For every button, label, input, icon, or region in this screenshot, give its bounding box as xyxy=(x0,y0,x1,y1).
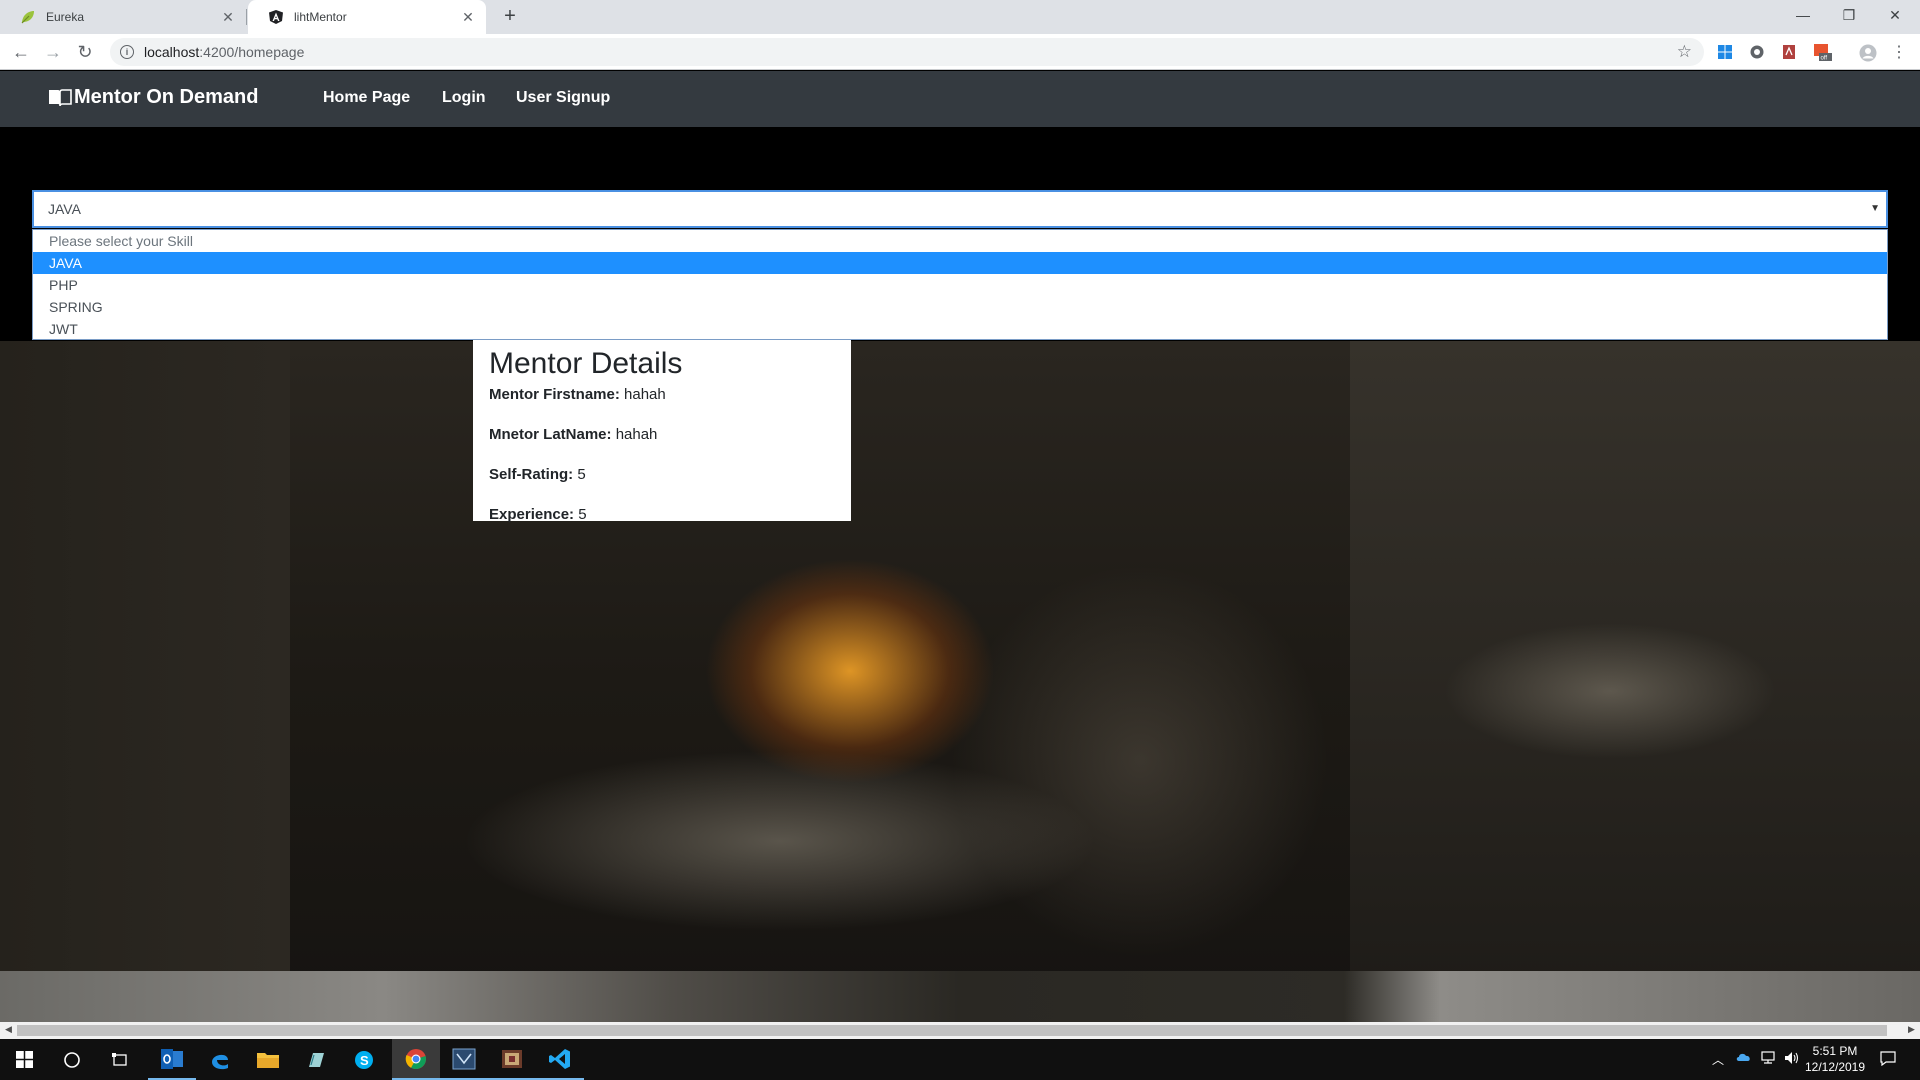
detail-label: Mnetor LatName: xyxy=(489,426,612,443)
detail-label: Mentor Firstname: xyxy=(489,386,620,403)
angular-icon xyxy=(268,9,284,25)
restore-window-icon[interactable]: ❐ xyxy=(1826,0,1872,30)
self-rating-row: Self-Rating: 5 xyxy=(489,466,835,506)
mentor-details-card: Mentor Details Mentor Firstname: hahah M… xyxy=(473,340,851,523)
detail-value: hahah xyxy=(624,386,666,403)
tray-chevron-up-icon[interactable]: ︿ xyxy=(1712,1051,1724,1068)
file-explorer-icon[interactable] xyxy=(244,1039,292,1080)
skill-option-php[interactable]: PHP xyxy=(33,274,1887,296)
skill-option-placeholder[interactable]: Please select your Skill xyxy=(33,230,1887,252)
new-tab-button[interactable]: + xyxy=(498,5,522,29)
action-center-icon[interactable] xyxy=(1880,1051,1896,1069)
address-bar[interactable]: i localhost :4200/homepage ☆ xyxy=(110,38,1704,66)
back-arrow-icon[interactable]: ← xyxy=(8,39,34,65)
page-viewport: Mentor On Demand Home Page Login User Si… xyxy=(0,71,1920,1022)
book-icon xyxy=(49,88,72,106)
off-extension-icon[interactable]: off xyxy=(1813,44,1832,62)
browser-toolbar: ← → ↻ i localhost :4200/homepage ☆ off ⋮ xyxy=(0,34,1920,70)
reload-icon[interactable]: ↻ xyxy=(72,39,98,65)
skill-option-spring[interactable]: SPRING xyxy=(33,296,1887,318)
detail-value: 5 xyxy=(577,466,586,483)
leaf-icon xyxy=(20,9,36,25)
mentor-details-heading: Mentor Details xyxy=(489,347,683,380)
clock-time: 5:51 PM xyxy=(1812,1044,1858,1058)
clock-date: 12/12/2019 xyxy=(1804,1060,1866,1074)
url-path: :4200/homepage xyxy=(199,44,305,60)
windows-taskbar: S ︿ 5:51 PM 12/12/2019 xyxy=(0,1039,1920,1080)
svg-text:S: S xyxy=(360,1053,369,1068)
brand-name: Mentor On Demand xyxy=(74,86,259,108)
skill-select-value: JAVA xyxy=(48,201,81,217)
nav-login[interactable]: Login xyxy=(442,89,486,107)
volume-icon[interactable] xyxy=(1784,1051,1800,1068)
scroll-right-icon[interactable]: ▶ xyxy=(1903,1024,1920,1035)
background-image-strip xyxy=(0,971,1920,1022)
svg-text:off: off xyxy=(1821,56,1828,62)
search-circle-icon[interactable] xyxy=(48,1039,96,1080)
info-icon[interactable]: i xyxy=(120,45,134,59)
experience-row: Experience: 5 xyxy=(489,506,835,546)
horizontal-scrollbar[interactable]: ◀ ▶ xyxy=(0,1022,1920,1039)
forward-arrow-icon[interactable]: → xyxy=(40,39,66,65)
bookmark-star-icon[interactable]: ☆ xyxy=(1677,42,1692,62)
detail-label: Experience: xyxy=(489,506,575,523)
nav-home-page[interactable]: Home Page xyxy=(323,89,410,107)
bundled-app-icon[interactable] xyxy=(488,1039,536,1080)
notepad-app-icon[interactable] xyxy=(292,1039,340,1080)
scroll-left-icon[interactable]: ◀ xyxy=(0,1024,17,1035)
chrome-icon[interactable] xyxy=(392,1039,440,1080)
edge-icon[interactable] xyxy=(196,1039,244,1080)
dropdown-caret-icon[interactable]: ▼ xyxy=(1870,203,1880,214)
detail-label: Self-Rating: xyxy=(489,466,574,483)
task-view-icon[interactable] xyxy=(96,1039,144,1080)
pdf-extension-icon[interactable] xyxy=(1781,44,1797,60)
close-tab-icon[interactable]: ✕ xyxy=(456,9,480,26)
onedrive-cloud-icon[interactable] xyxy=(1736,1051,1752,1066)
network-icon[interactable] xyxy=(1760,1051,1776,1068)
skill-option-java[interactable]: JAVA xyxy=(33,252,1887,274)
system-clock[interactable]: 5:51 PM 12/12/2019 xyxy=(1800,1043,1870,1075)
outlook-icon[interactable] xyxy=(148,1039,196,1080)
nav-user-signup[interactable]: User Signup xyxy=(516,89,610,107)
background-image-left xyxy=(0,341,290,1022)
skill-dropdown-list: Please select your Skill JAVA PHP SPRING… xyxy=(32,229,1888,340)
skype-icon[interactable]: S xyxy=(340,1039,388,1080)
detail-value: hahah xyxy=(615,426,658,443)
profile-avatar-icon[interactable] xyxy=(1859,44,1877,62)
background-image-right xyxy=(1350,341,1920,1022)
close-window-icon[interactable]: ✕ xyxy=(1872,0,1918,30)
minimize-window-icon[interactable]: — xyxy=(1780,0,1826,30)
browser-tab-eureka[interactable]: Eureka ✕ xyxy=(0,0,247,34)
browser-tab-lihtmentor[interactable]: lihtMentor ✕ xyxy=(248,0,486,34)
kebab-menu-icon[interactable]: ⋮ xyxy=(1886,39,1912,65)
windows-start-icon[interactable] xyxy=(0,1039,48,1080)
close-tab-icon[interactable]: ✕ xyxy=(216,9,240,26)
tab-title: Eureka xyxy=(46,10,85,24)
mentor-lastname-row: Mnetor LatName: hahah xyxy=(489,426,835,466)
tab-title: lihtMentor xyxy=(294,10,347,24)
skill-select[interactable]: JAVA ▼ xyxy=(32,190,1888,228)
scrollbar-thumb[interactable] xyxy=(17,1025,1887,1036)
detail-value: 5 xyxy=(578,506,587,523)
skill-option-jwt[interactable]: JWT xyxy=(33,318,1887,340)
circle-extension-icon[interactable] xyxy=(1749,44,1765,60)
browser-tab-strip: Eureka ✕ lihtMentor ✕ + — ❐ ✕ xyxy=(0,0,1920,34)
top-navbar: Mentor On Demand Home Page Login User Si… xyxy=(0,71,1920,127)
brand[interactable]: Mentor On Demand xyxy=(48,86,258,109)
windows-extension-icon[interactable] xyxy=(1717,44,1733,60)
vscode-icon[interactable] xyxy=(536,1039,584,1080)
url-host: localhost xyxy=(144,44,200,60)
mentor-firstname-row: Mentor Firstname: hahah xyxy=(489,386,835,426)
sql-developer-icon[interactable] xyxy=(440,1039,488,1080)
